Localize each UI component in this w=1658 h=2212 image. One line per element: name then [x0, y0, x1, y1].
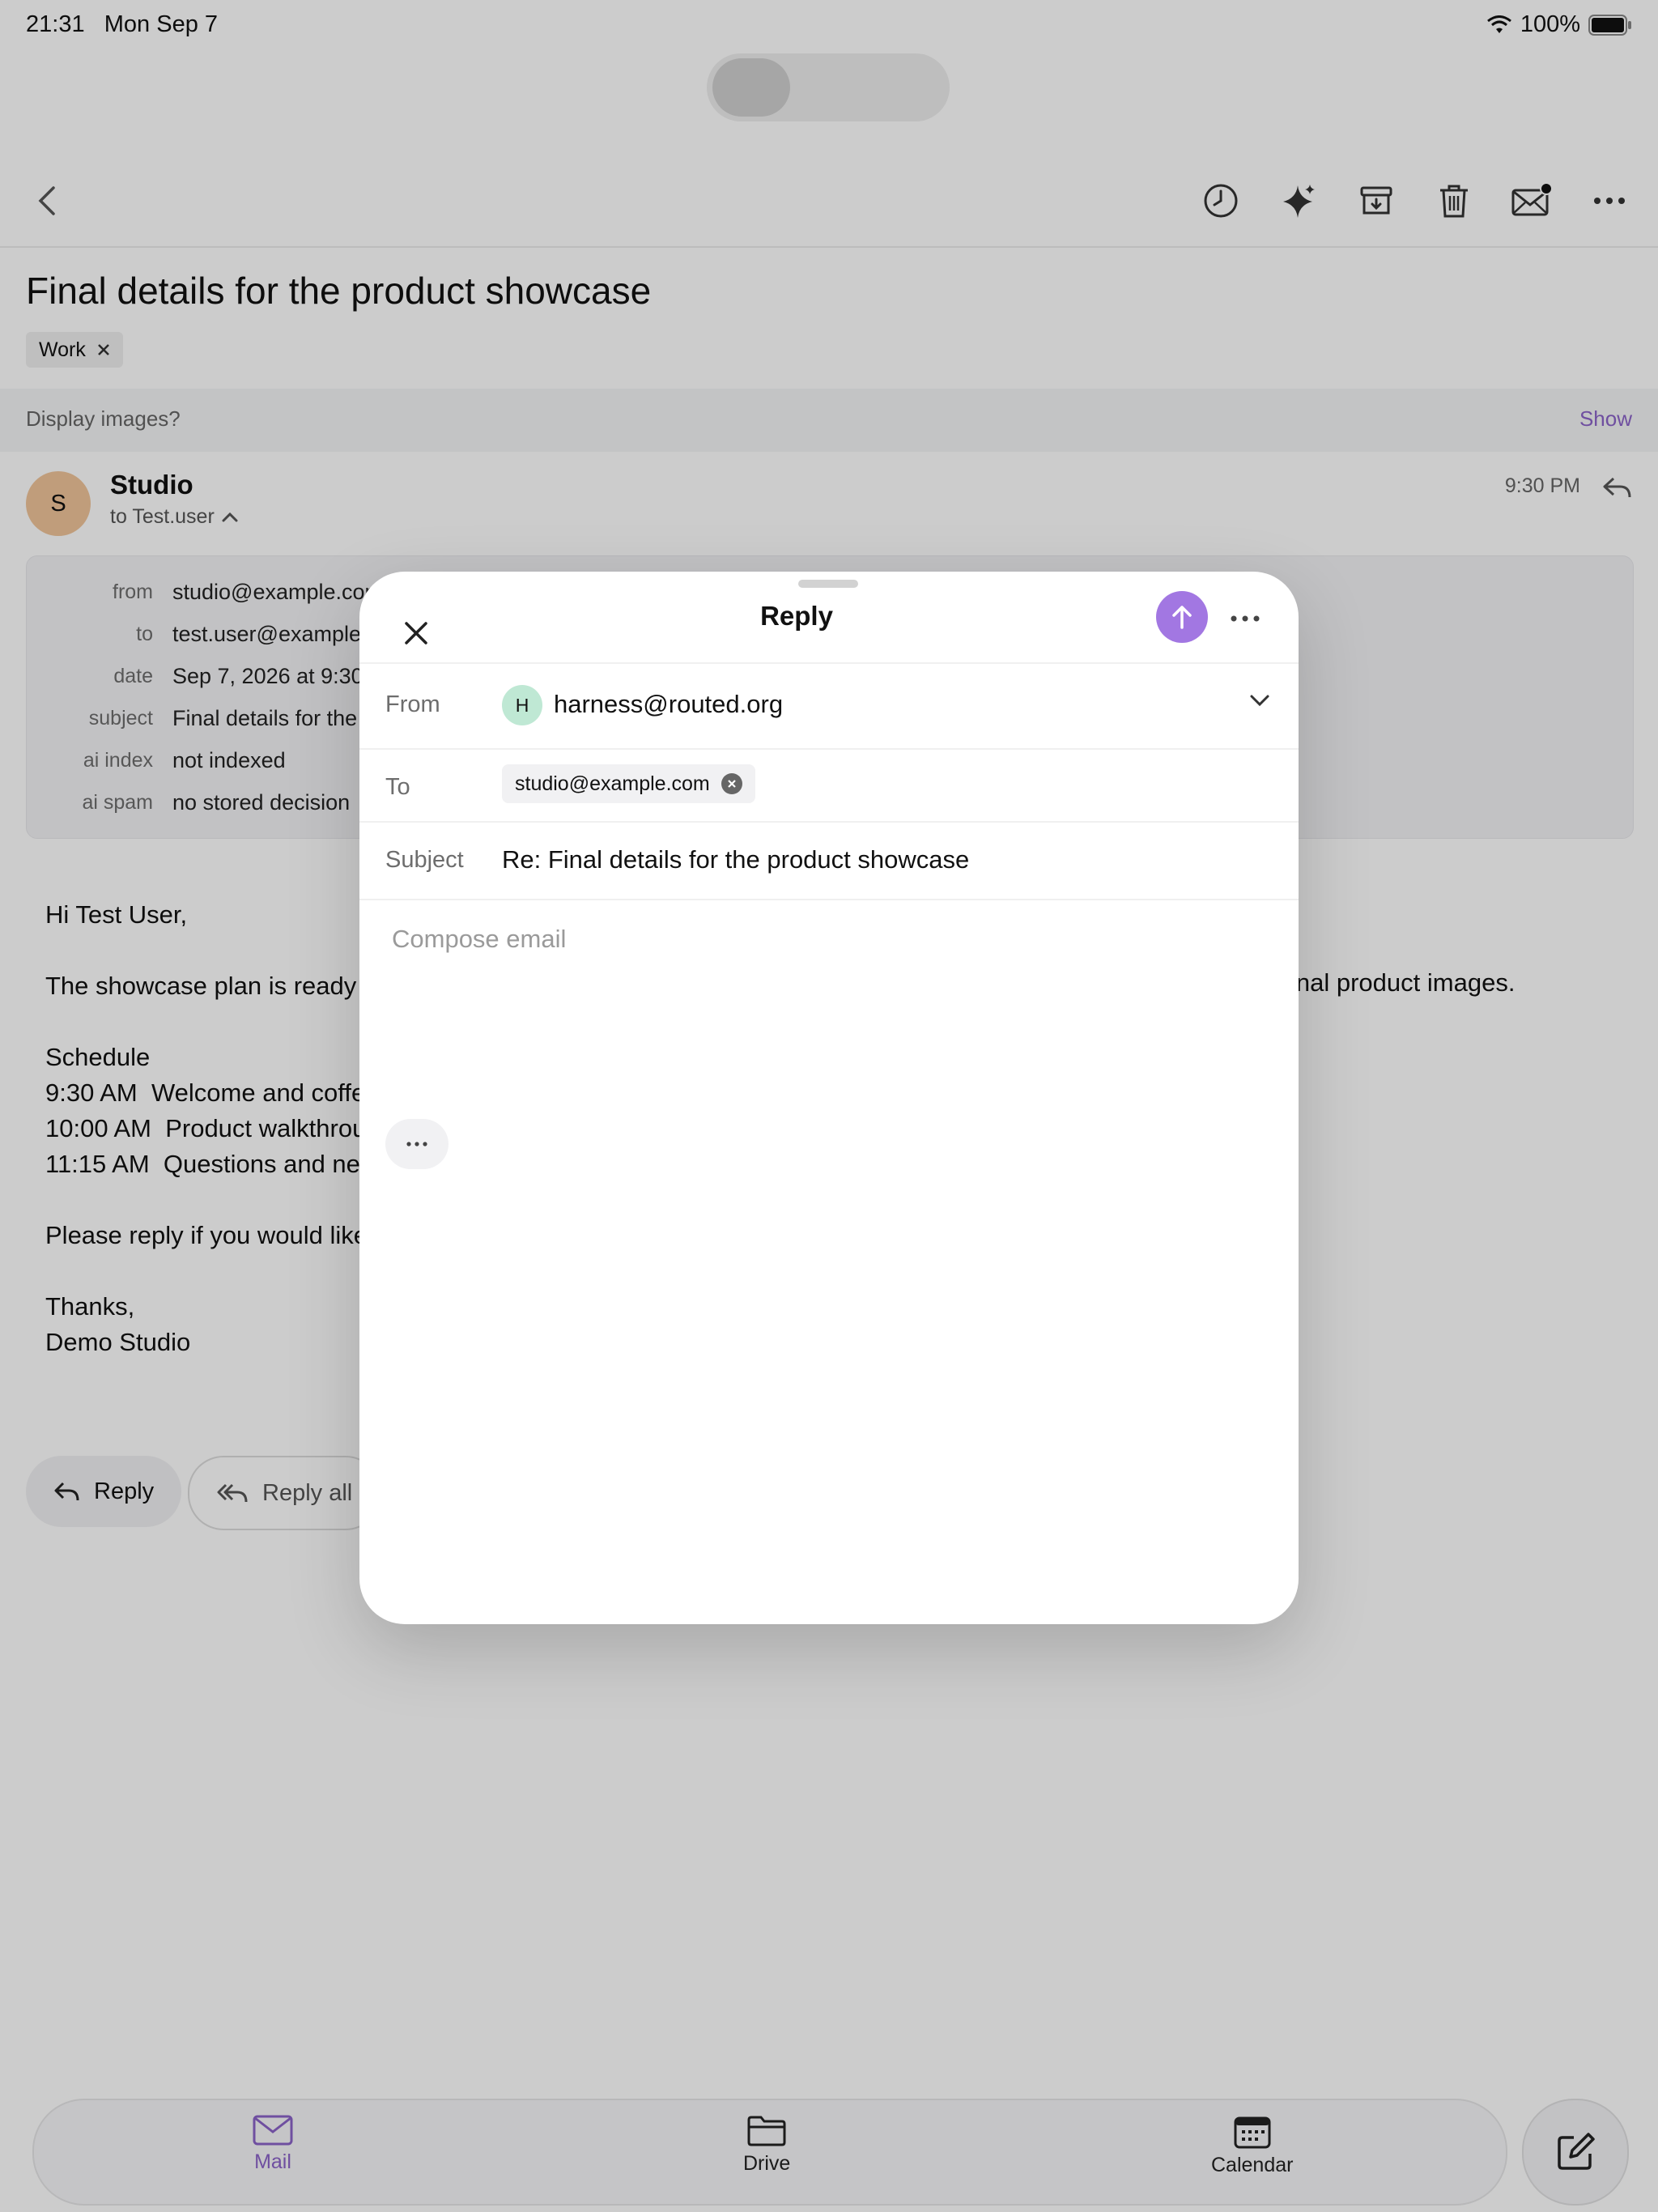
subject-label: Subject — [385, 847, 464, 873]
show-quoted-text-button[interactable] — [385, 1119, 449, 1169]
reply-title: Reply — [760, 601, 833, 631]
remove-recipient-button[interactable] — [721, 773, 742, 794]
arrow-up-icon — [1172, 606, 1192, 629]
to-label: To — [385, 774, 410, 800]
divider — [359, 899, 1299, 900]
divider — [359, 821, 1299, 823]
from-dropdown-button[interactable] — [1248, 693, 1278, 716]
recipient-chip-text: studio@example.com — [515, 772, 710, 795]
compose-body-field[interactable] — [392, 925, 1266, 1087]
from-avatar: H — [502, 685, 542, 725]
divider — [359, 748, 1299, 750]
sheet-grabber[interactable] — [798, 580, 858, 588]
subject-input[interactable] — [502, 845, 1263, 874]
close-icon — [727, 780, 736, 788]
reply-modal: Reply From H harness@routed.org To studi… — [359, 572, 1299, 1624]
ellipsis-icon — [406, 1142, 427, 1146]
divider — [359, 662, 1299, 664]
from-label: From — [385, 691, 440, 717]
send-button[interactable] — [1156, 591, 1208, 643]
reply-more-button[interactable] — [1226, 604, 1265, 633]
recipient-chip[interactable]: studio@example.com — [502, 764, 755, 803]
chevron-down-icon — [1250, 695, 1269, 707]
ellipsis-icon — [1231, 615, 1260, 622]
from-address[interactable]: harness@routed.org — [554, 690, 783, 719]
